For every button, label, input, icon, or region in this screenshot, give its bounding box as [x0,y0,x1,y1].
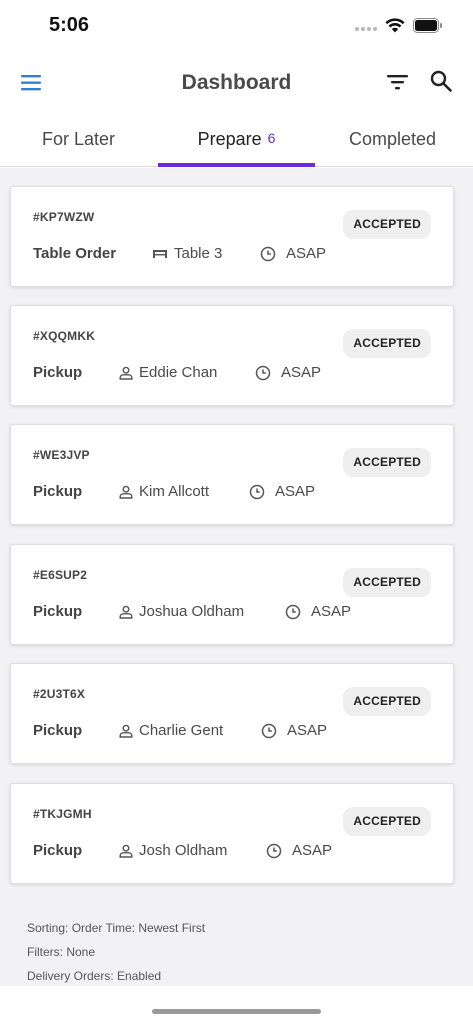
filter-icon [387,75,408,90]
sorting-info: Sorting: Order Time: Newest First [27,921,206,935]
active-tab-indicator [158,163,315,167]
clock-icon [285,604,301,619]
order-card[interactable]: #2U3T6X ACCEPTED Pickup Charlie Gent ASA… [10,663,454,764]
list-settings-summary: Sorting: Order Time: Newest First Filter… [27,916,205,988]
order-type: Pickup [33,603,83,620]
clock-icon [266,843,282,858]
status-badge: ACCEPTED [343,687,431,716]
order-id: #KP7WZW [33,210,95,224]
order-id: #E6SUP2 [33,568,88,582]
person-icon [119,844,133,858]
order-customer: Josh Oldham [119,842,227,859]
order-card[interactable]: #KP7WZW ACCEPTED Table Order Table 3 ASA… [10,186,454,287]
wifi-icon [385,18,405,33]
order-time: ASAP [255,364,321,381]
filters-info: Filters: None [27,945,96,959]
status-badge: ACCEPTED [343,448,431,477]
person-icon [119,724,133,738]
filter-button[interactable] [386,71,410,93]
customer-name: Kim Allcott [139,483,210,500]
order-type: Pickup [33,483,83,500]
order-type: Pickup [33,722,83,739]
order-list: #KP7WZW ACCEPTED Table Order Table 3 ASA… [0,168,473,986]
status-badge: ACCEPTED [343,568,431,597]
order-customer: Charlie Gent [119,722,223,739]
tab-for-later[interactable]: For Later [0,117,157,167]
search-button[interactable] [429,69,453,93]
bottom-safe-area [0,986,473,1024]
app-header: Dashboard [0,55,473,111]
order-time: ASAP [266,842,332,859]
time-label: ASAP [311,603,352,620]
order-time: ASAP [261,722,327,739]
order-card[interactable]: #E6SUP2 ACCEPTED Pickup Joshua Oldham AS… [10,544,454,645]
clock-icon [255,365,271,380]
order-customer: Eddie Chan [119,364,217,381]
order-card[interactable]: #TKJGMH ACCEPTED Pickup Josh Oldham ASAP [10,783,454,884]
clock-icon [249,484,265,499]
order-type: Pickup [33,842,83,859]
order-type: Pickup [33,364,83,381]
clock-icon [261,723,277,738]
status-bar: 5:06 [0,0,473,55]
time-label: ASAP [286,245,327,262]
order-type: Table Order [33,245,117,262]
delivery-info: Delivery Orders: Enabled [27,969,162,983]
cellular-signal-icon [355,26,377,31]
order-time: ASAP [285,603,351,620]
order-card[interactable]: #WE3JVP ACCEPTED Pickup Kim Allcott ASAP [10,424,454,525]
status-badge: ACCEPTED [343,210,431,239]
tab-label: For Later [41,129,116,149]
battery-icon [413,18,442,33]
order-time: ASAP [260,245,326,262]
order-customer: Kim Allcott [119,483,209,500]
order-customer: Joshua Oldham [119,603,244,620]
order-id: #WE3JVP [33,448,90,462]
order-id: #XQQMKK [33,329,96,343]
tab-completed[interactable]: Completed [314,117,471,167]
status-badge: ACCEPTED [343,329,431,358]
order-time: ASAP [249,483,315,500]
time-label: ASAP [275,483,316,500]
status-time: 5:06 [49,14,90,36]
clock-icon [260,246,276,261]
tab-label: Completed [348,129,437,149]
customer-name: Table 3 [174,245,223,262]
customer-name: Charlie Gent [139,722,224,739]
search-icon [430,70,452,92]
person-icon [119,605,133,619]
order-id: #2U3T6X [33,687,86,701]
person-icon [119,485,133,499]
tab-count-badge: 6 [267,130,276,146]
home-indicator[interactable] [152,1009,321,1014]
time-label: ASAP [287,722,328,739]
table-icon [153,249,167,258]
order-id: #TKJGMH [33,807,92,821]
customer-name: Joshua Oldham [139,603,245,620]
status-badge: ACCEPTED [343,807,431,836]
tab-prepare[interactable]: Prepare 6 [158,117,315,167]
person-icon [119,366,133,380]
order-customer: Table 3 [152,245,222,262]
tab-bar: For Later Prepare 6 Completed [0,117,473,167]
order-card[interactable]: #XQQMKK ACCEPTED Pickup Eddie Chan ASAP [10,305,454,406]
time-label: ASAP [281,364,322,381]
customer-name: Josh Oldham [139,842,228,859]
time-label: ASAP [292,842,333,859]
tab-label: Prepare [197,129,262,149]
customer-name: Eddie Chan [139,364,218,381]
status-icons [355,18,443,33]
